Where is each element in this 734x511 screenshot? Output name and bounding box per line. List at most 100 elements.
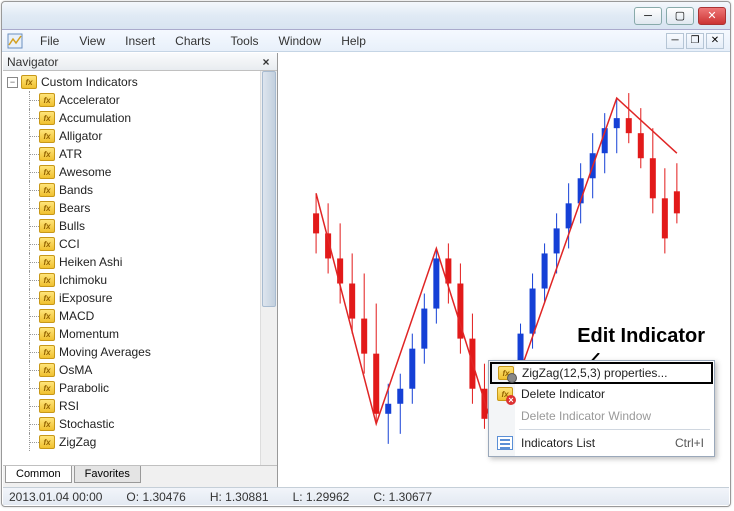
statusbar: 2013.01.04 00:00 O: 1.30476 H: 1.30881 L… xyxy=(3,487,729,505)
doc-close-button[interactable]: ✕ xyxy=(706,33,724,49)
fx-icon: fx xyxy=(39,327,55,341)
tree-item[interactable]: fx Alligator xyxy=(23,127,277,145)
fx-icon: fx xyxy=(39,165,55,179)
fx-icon: fx xyxy=(39,345,55,359)
tree-item[interactable]: fx MACD xyxy=(23,307,277,325)
tree-item[interactable]: fx Momentum xyxy=(23,325,277,343)
fx-icon: fx xyxy=(39,291,55,305)
navigator-title: Navigator xyxy=(7,55,58,69)
tree-item-label: Momentum xyxy=(59,327,119,341)
tree-item[interactable]: fx Heiken Ashi xyxy=(23,253,277,271)
tree-item-label: Bands xyxy=(59,183,93,197)
tree-item[interactable]: fxCCI xyxy=(23,235,277,253)
list-icon xyxy=(497,436,513,450)
fx-icon: fx xyxy=(39,435,55,449)
tab-favorites[interactable]: Favorites xyxy=(74,466,141,483)
tree-root-custom-indicators[interactable]: − fx Custom Indicators xyxy=(7,73,277,91)
tree-item[interactable]: fx Bands xyxy=(23,181,277,199)
fx-icon: fx xyxy=(39,399,55,413)
window-minimize-button[interactable]: ─ xyxy=(634,7,662,25)
tree-item-label: Parabolic xyxy=(59,381,109,395)
tab-common[interactable]: Common xyxy=(5,466,72,483)
menu-view[interactable]: View xyxy=(69,31,115,51)
annotation-edit-indicator: Edit Indicator xyxy=(577,325,705,348)
ctx-indicators-list[interactable]: Indicators List Ctrl+I xyxy=(491,432,712,454)
fx-icon: fx xyxy=(39,147,55,161)
menubar: File View Insert Charts Tools Window Hel… xyxy=(2,30,730,52)
ctx-properties-label: ZigZag(12,5,3) properties... xyxy=(516,366,707,380)
context-menu: fx ZigZag(12,5,3) properties... fx Delet… xyxy=(488,360,715,457)
fx-icon: fx xyxy=(39,183,55,197)
tree-item[interactable]: fxAwesome xyxy=(23,163,277,181)
scrollbar-thumb[interactable] xyxy=(262,71,276,307)
window-close-button[interactable]: ✕ xyxy=(698,7,726,25)
menu-tools[interactable]: Tools xyxy=(221,31,269,51)
navigator-scrollbar[interactable] xyxy=(260,71,277,465)
tree-item[interactable]: fx Bears xyxy=(23,199,277,217)
navigator-panel: Navigator × − fx Custom Indicators fxAcc… xyxy=(3,53,278,487)
tree-item-label: Accelerator xyxy=(59,93,120,107)
tree-item[interactable]: fx Stochastic xyxy=(23,415,277,433)
status-date: 2013.01.04 00:00 xyxy=(9,490,102,504)
tree-item-label: Heiken Ashi xyxy=(59,255,122,269)
status-high: H: 1.30881 xyxy=(210,490,269,504)
chart-area[interactable]: Edit Indicator fx ZigZag(12,5,3) propert… xyxy=(278,53,729,487)
tree-item[interactable]: fxiExposure xyxy=(23,289,277,307)
tree-item[interactable]: fxIchimoku xyxy=(23,271,277,289)
menu-insert[interactable]: Insert xyxy=(115,31,165,51)
tree-item-label: Alligator xyxy=(59,129,102,143)
fx-icon: fx xyxy=(39,309,55,323)
tree-item-label: ATR xyxy=(59,147,82,161)
tree-item[interactable]: fx RSI xyxy=(23,397,277,415)
ctx-list-shortcut: Ctrl+I xyxy=(675,436,708,450)
fx-icon: fx xyxy=(39,417,55,431)
status-open: O: 1.30476 xyxy=(126,490,185,504)
navigator-tree[interactable]: − fx Custom Indicators fxAcceleratorfxAc… xyxy=(3,71,277,465)
properties-icon: fx xyxy=(498,366,514,380)
fx-icon: fx xyxy=(39,129,55,143)
tree-item-label: Moving Averages xyxy=(59,345,151,359)
tree-item-label: Ichimoku xyxy=(59,273,107,287)
ctx-delete-indicator[interactable]: fx Delete Indicator xyxy=(491,383,712,405)
fx-icon: fx xyxy=(39,255,55,269)
menu-charts[interactable]: Charts xyxy=(165,31,220,51)
tree-item[interactable]: fxAccumulation xyxy=(23,109,277,127)
tree-root-label: Custom Indicators xyxy=(41,75,138,89)
menu-help[interactable]: Help xyxy=(331,31,376,51)
tree-item-label: RSI xyxy=(59,399,79,413)
tree-item-label: Bears xyxy=(59,201,90,215)
tree-item-label: MACD xyxy=(59,309,94,323)
folder-fx-icon: fx xyxy=(21,75,37,89)
titlebar: ─ ▢ ✕ xyxy=(2,2,730,30)
tree-item[interactable]: fxBulls xyxy=(23,217,277,235)
ctx-delete-window-label: Delete Indicator Window xyxy=(515,409,708,423)
ctx-delete-label: Delete Indicator xyxy=(515,387,708,401)
tree-item[interactable]: fx Parabolic xyxy=(23,379,277,397)
navigator-header: Navigator × xyxy=(3,53,277,71)
tree-item[interactable]: fx Moving Averages xyxy=(23,343,277,361)
menu-file[interactable]: File xyxy=(30,31,69,51)
tree-item[interactable]: fx ATR xyxy=(23,145,277,163)
tree-item-label: Bulls xyxy=(59,219,85,233)
delete-icon: fx xyxy=(497,387,513,401)
tree-item-label: OsMA xyxy=(59,363,92,377)
tree-item[interactable]: fx ZigZag xyxy=(23,433,277,451)
tree-item[interactable]: fx OsMA xyxy=(23,361,277,379)
fx-icon: fx xyxy=(39,201,55,215)
doc-minimize-button[interactable]: ─ xyxy=(666,33,684,49)
ctx-properties[interactable]: fx ZigZag(12,5,3) properties... xyxy=(490,362,713,384)
doc-restore-button[interactable]: ❐ xyxy=(686,33,704,49)
menu-window[interactable]: Window xyxy=(269,31,332,51)
collapse-icon[interactable]: − xyxy=(7,77,18,88)
tree-item[interactable]: fxAccelerator xyxy=(23,91,277,109)
tree-item-label: Accumulation xyxy=(59,111,131,125)
tree-item-label: Stochastic xyxy=(59,417,114,431)
fx-icon: fx xyxy=(39,237,55,251)
tree-item-label: ZigZag xyxy=(59,435,96,449)
window-maximize-button[interactable]: ▢ xyxy=(666,7,694,25)
fx-icon: fx xyxy=(39,363,55,377)
fx-icon: fx xyxy=(39,381,55,395)
ctx-separator xyxy=(519,429,710,430)
navigator-close-button[interactable]: × xyxy=(259,55,273,69)
status-close: C: 1.30677 xyxy=(373,490,432,504)
